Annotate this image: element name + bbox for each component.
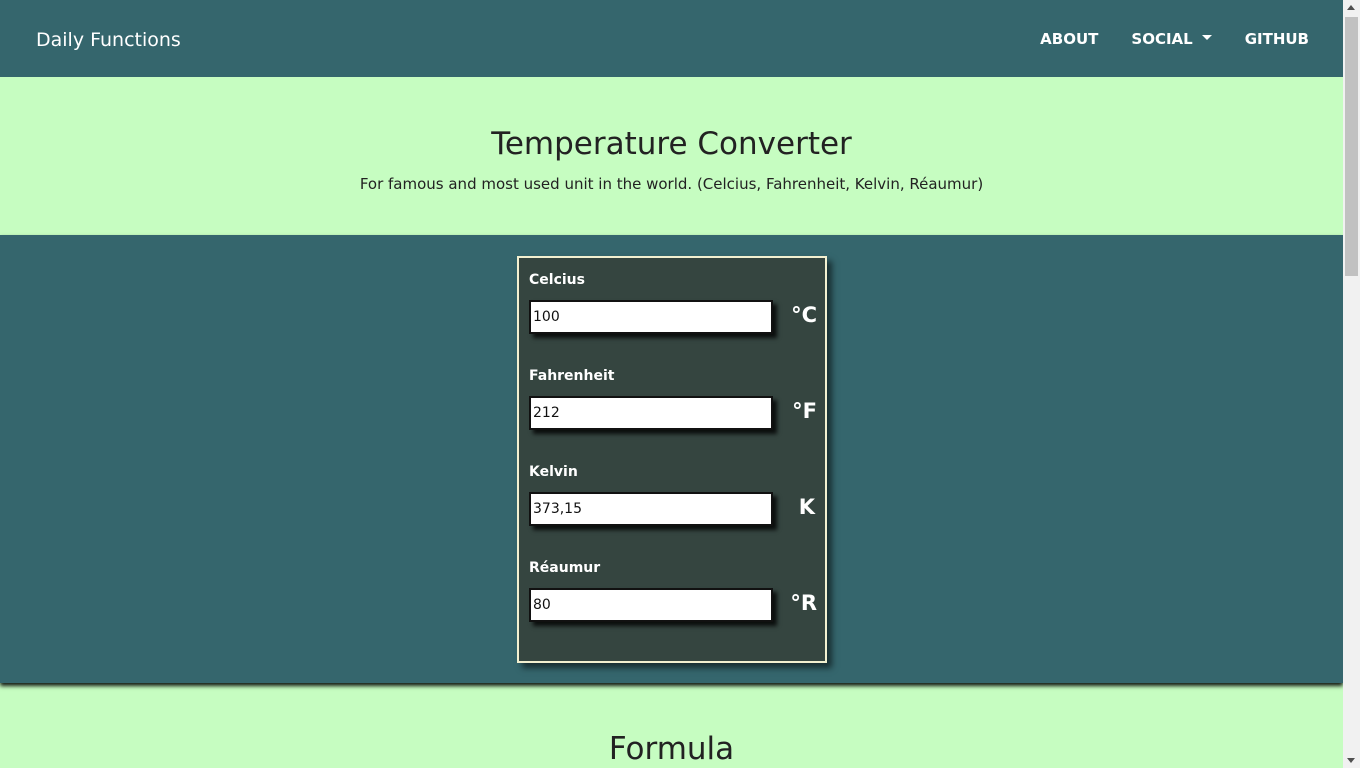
reaumur-unit: °R: [790, 591, 817, 615]
kelvin-unit: K: [798, 495, 815, 519]
nav-about[interactable]: ABOUT: [1040, 29, 1098, 49]
fahrenheit-label: Fahrenheit: [529, 368, 615, 384]
reaumur-label: Réaumur: [529, 560, 601, 576]
celcius-label: Celcius: [529, 272, 585, 288]
converter-section: Celcius °C Fahrenheit °F Kelvin K Réaumu…: [0, 235, 1343, 683]
converter-card: Celcius °C Fahrenheit °F Kelvin K Réaumu…: [517, 256, 827, 663]
scroll-down-icon[interactable]: [1347, 758, 1355, 763]
reaumur-input[interactable]: [529, 588, 773, 622]
caret-down-icon: [1201, 35, 1212, 40]
nav-social-label: SOCIAL: [1131, 30, 1193, 48]
formula-heading: Formula: [608, 731, 735, 767]
page-subtitle: For famous and most used unit in the wor…: [359, 175, 984, 193]
brand-link[interactable]: Daily Functions: [36, 28, 181, 52]
kelvin-label: Kelvin: [529, 464, 578, 480]
kelvin-input[interactable]: [529, 492, 773, 526]
fahrenheit-input[interactable]: [529, 396, 773, 430]
page: Daily Functions ABOUT SOCIAL GITHUB Temp…: [0, 0, 1343, 768]
navbar: Daily Functions ABOUT SOCIAL GITHUB: [0, 0, 1343, 77]
page-scrollbar[interactable]: [1343, 0, 1360, 768]
nav-github[interactable]: GITHUB: [1245, 29, 1309, 49]
hero: Temperature Converter For famous and mos…: [0, 77, 1343, 235]
fahrenheit-unit: °F: [792, 399, 817, 423]
scroll-up-icon[interactable]: [1347, 5, 1355, 10]
page-title: Temperature Converter: [491, 126, 852, 162]
nav-links: ABOUT SOCIAL GITHUB: [1040, 29, 1309, 49]
celcius-input[interactable]: [529, 300, 773, 334]
scrollbar-thumb[interactable]: [1345, 17, 1358, 276]
celcius-unit: °C: [791, 303, 817, 327]
nav-social-dropdown[interactable]: SOCIAL: [1131, 29, 1212, 49]
